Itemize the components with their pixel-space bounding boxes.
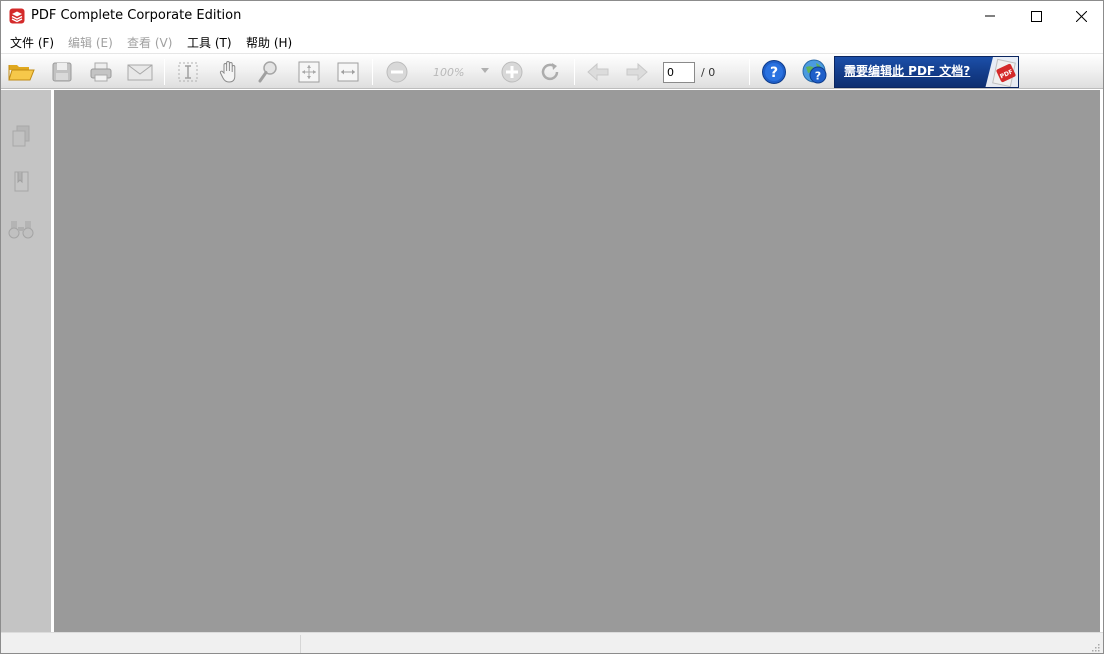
title-bar: PDF Complete Corporate Edition [1, 1, 1103, 31]
zoom-in-icon [501, 61, 523, 83]
bookmarks-panel-icon [14, 171, 29, 192]
rotate-icon [541, 63, 559, 81]
open-button[interactable] [7, 58, 35, 86]
zoom-in-button[interactable] [498, 58, 526, 86]
ad-banner-text[interactable]: 需要编辑此 PDF 文档? [844, 62, 970, 79]
toolbar-separator [749, 59, 750, 85]
svg-text:?: ? [815, 70, 821, 83]
toolbar-separator [574, 59, 575, 85]
prev-page-icon [587, 62, 609, 82]
menu-edit[interactable]: 编辑 (E) [68, 34, 113, 51]
resize-grip-icon[interactable] [1090, 642, 1100, 652]
search-binoculars-icon [8, 221, 34, 239]
save-icon [52, 62, 72, 82]
save-button[interactable] [48, 58, 76, 86]
print-button[interactable] [87, 58, 115, 86]
menu-bar: 文件 (F) 编辑 (E) 查看 (V) 工具 (T) 帮助 (H) [1, 31, 1103, 53]
select-text-icon [178, 62, 198, 82]
fit-page-button[interactable] [295, 58, 323, 86]
fit-width-button[interactable] [334, 58, 362, 86]
page-number-input[interactable] [663, 62, 695, 83]
web-help-icon: ? [802, 59, 827, 84]
print-icon [90, 62, 112, 82]
next-page-icon [626, 62, 648, 82]
window-title: PDF Complete Corporate Edition [31, 8, 242, 23]
zoom-tool-button[interactable] [254, 58, 282, 86]
close-button[interactable] [1058, 1, 1103, 31]
app-logo-icon [9, 8, 25, 24]
zoom-out-button[interactable] [383, 58, 411, 86]
prev-page-button[interactable] [584, 58, 612, 86]
toolbar: 100% / 0 [1, 53, 1103, 89]
zoom-level[interactable]: 100% [433, 66, 464, 79]
hand-icon [219, 60, 236, 83]
status-pane-right [302, 635, 1092, 653]
help-button[interactable]: ? [760, 58, 788, 86]
rotate-button[interactable] [536, 58, 564, 86]
menu-help[interactable]: 帮助 (H) [246, 34, 292, 51]
maximize-icon [1030, 10, 1042, 22]
menu-view[interactable]: 查看 (V) [127, 34, 172, 51]
menu-file[interactable]: 文件 (F) [10, 34, 54, 51]
svg-text:?: ? [770, 65, 778, 81]
minimize-icon [985, 15, 995, 17]
magnifier-icon [258, 61, 277, 83]
navigation-side-panel [1, 90, 53, 632]
page-total: / 0 [701, 66, 716, 79]
pages-panel-button[interactable] [8, 123, 34, 149]
pdf-document-icon: PDF [985, 57, 1018, 87]
status-bar [1, 632, 1103, 653]
email-button[interactable] [126, 58, 154, 86]
app-window: PDF Complete Corporate Edition 文件 (F) 编辑… [0, 0, 1104, 654]
email-icon [127, 64, 153, 81]
search-panel-button[interactable] [8, 216, 34, 242]
status-pane-left [1, 635, 301, 653]
folder-open-icon [8, 65, 35, 81]
maximize-button[interactable] [1013, 1, 1059, 31]
close-icon [1075, 10, 1087, 22]
zoom-dropdown-arrow-icon[interactable] [481, 68, 489, 73]
edit-pdf-ad-banner[interactable]: 需要编辑此 PDF 文档? PDF [834, 56, 1019, 88]
bookmarks-panel-button[interactable] [8, 169, 34, 195]
fit-width-icon [337, 62, 359, 82]
zoom-out-icon [386, 61, 408, 83]
help-icon: ? [762, 60, 786, 84]
toolbar-separator [372, 59, 373, 85]
select-text-button[interactable] [174, 58, 202, 86]
minimize-button[interactable] [967, 1, 1013, 31]
document-view-area[interactable] [54, 90, 1100, 632]
toolbar-separator [164, 59, 165, 85]
next-page-button[interactable] [623, 58, 651, 86]
hand-tool-button[interactable] [215, 58, 243, 86]
fit-page-icon [298, 61, 320, 83]
menu-tools[interactable]: 工具 (T) [187, 34, 232, 51]
web-help-button[interactable]: ? [801, 58, 829, 86]
pages-panel-icon [12, 125, 30, 147]
